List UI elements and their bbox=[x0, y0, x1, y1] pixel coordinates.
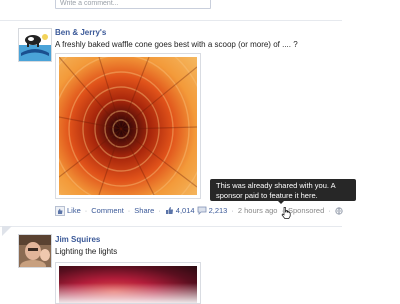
share-button[interactable]: Share bbox=[134, 206, 154, 215]
likes-count[interactable]: 4,014 bbox=[176, 206, 195, 215]
separator-dot: · bbox=[328, 206, 331, 215]
post-message: Lighting the lights bbox=[55, 247, 118, 256]
post-timestamp[interactable]: 2 hours ago bbox=[238, 206, 278, 215]
waffle-cone-photo bbox=[59, 57, 197, 195]
hand-pointer-icon bbox=[281, 207, 291, 219]
avatar[interactable] bbox=[18, 28, 52, 62]
post-message: A freshly baked waffle cone goes best wi… bbox=[55, 40, 298, 49]
globe-icon[interactable] bbox=[335, 206, 343, 215]
post-photo[interactable] bbox=[55, 262, 201, 304]
comment-input[interactable]: Write a comment... bbox=[55, 0, 211, 9]
sponsored-label[interactable]: Sponsored bbox=[288, 206, 324, 215]
comments-count[interactable]: 2,213 bbox=[209, 206, 228, 215]
ben-jerrys-logo bbox=[19, 29, 51, 61]
avatar[interactable] bbox=[18, 234, 52, 268]
separator-dot: · bbox=[158, 206, 161, 215]
post-photo[interactable] bbox=[55, 53, 201, 199]
tooltip-arrow bbox=[277, 200, 285, 204]
post-divider bbox=[0, 20, 342, 21]
post-author[interactable]: Ben & Jerry's bbox=[55, 28, 106, 37]
post-actions: Like · Comment · Share · 4,014 2,213 · 2… bbox=[55, 205, 343, 216]
separator-dot: · bbox=[84, 206, 88, 215]
separator-dot: · bbox=[127, 206, 131, 215]
thumbs-up-icon bbox=[165, 207, 173, 214]
news-feed: Write a comment... Ben & Jerry's A fresh… bbox=[0, 0, 400, 304]
speech-bubble-icon bbox=[197, 206, 206, 215]
separator-dot: · bbox=[231, 206, 234, 215]
profile-photo bbox=[19, 235, 51, 267]
comment-button[interactable]: Comment bbox=[91, 206, 124, 215]
sponsored-tooltip: This was already shared with you. A spon… bbox=[210, 179, 356, 201]
thumbs-up-icon bbox=[55, 205, 65, 216]
post-author[interactable]: Jim Squires bbox=[55, 235, 100, 244]
fade-overlay bbox=[56, 283, 200, 303]
post-divider bbox=[0, 226, 342, 227]
fold-corner bbox=[2, 226, 12, 236]
like-button[interactable]: Like bbox=[67, 206, 81, 215]
